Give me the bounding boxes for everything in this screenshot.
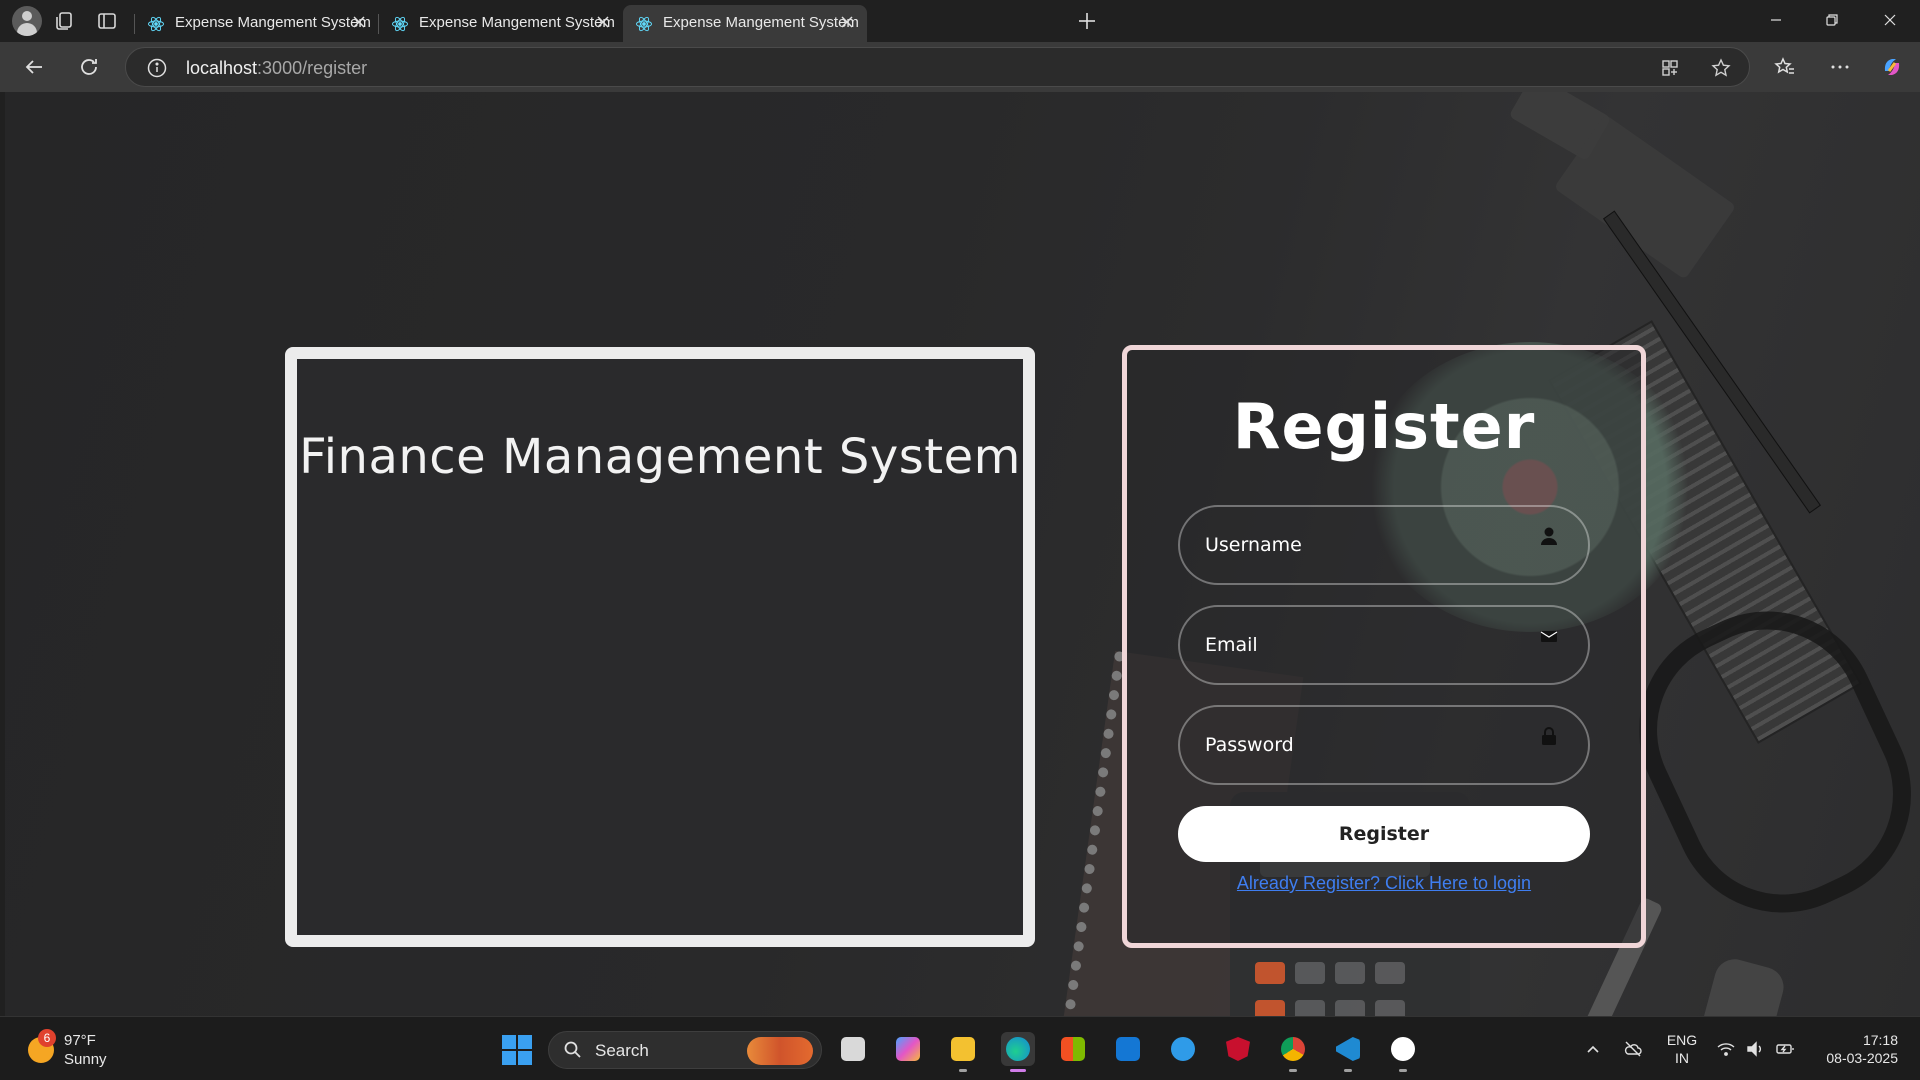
search-label: Search (595, 1041, 649, 1060)
search-highlight-art (747, 1037, 813, 1065)
system-clock[interactable]: 17:18 08-03-2025 (1814, 1031, 1898, 1067)
back-arrow-icon[interactable] (22, 55, 46, 79)
register-heading: Register (1232, 390, 1536, 463)
url-path: :3000/register (257, 58, 368, 78)
wifi-icon[interactable] (1716, 1039, 1736, 1059)
password-field[interactable]: Password (1178, 705, 1590, 785)
clock-time: 17:18 (1862, 1032, 1898, 1048)
microsoft-store-icon[interactable] (1056, 1032, 1090, 1066)
browser-tab-2[interactable]: Expense Mangement System (379, 5, 623, 42)
volume-icon[interactable] (1745, 1039, 1765, 1059)
tab-title: Expense Mangement System (419, 14, 615, 31)
windows-start-icon[interactable] (502, 1035, 532, 1065)
background-glasses (1602, 575, 1920, 949)
chevron-up-icon[interactable] (1583, 1039, 1603, 1059)
tab-title: Expense Mangement System (175, 14, 371, 31)
browser-tab-3[interactable]: Expense Mangement System (623, 5, 867, 42)
mongodb-compass-icon[interactable] (1386, 1032, 1420, 1072)
restore-icon[interactable] (1822, 10, 1842, 30)
username-placeholder: Username (1205, 534, 1302, 556)
email-field[interactable]: Email (1178, 605, 1590, 685)
edge-browser-icon[interactable] (1001, 1032, 1035, 1072)
copilot-icon[interactable] (1880, 55, 1904, 79)
close-window-icon[interactable] (1880, 10, 1900, 30)
close-tab-icon[interactable] (595, 14, 611, 30)
app-available-icon[interactable] (1659, 57, 1681, 79)
url-host: localhost (186, 58, 258, 78)
react-icon (148, 16, 164, 32)
site-info-icon[interactable] (146, 57, 168, 79)
close-tab-icon[interactable] (351, 14, 367, 30)
chrome-icon[interactable] (1276, 1032, 1310, 1072)
taskbar-search[interactable]: Search (548, 1031, 822, 1069)
lock-icon (1542, 727, 1556, 745)
vertical-tabs-icon[interactable] (95, 9, 119, 33)
browser-toolbar: localhost:3000/register (0, 42, 1920, 92)
user-icon (1541, 527, 1557, 545)
help-icon[interactable] (1166, 1032, 1200, 1066)
favorite-star-icon[interactable] (1710, 57, 1732, 79)
address-bar[interactable]: localhost:3000/register (125, 47, 1750, 87)
language-code: ENG (1666, 1032, 1698, 1048)
windows-taskbar: 6 97°F Sunny Search ENG IN 17:18 08-03-2… (0, 1016, 1920, 1080)
vscode-icon[interactable] (1331, 1032, 1365, 1072)
copilot-app-icon[interactable] (891, 1032, 925, 1066)
profile-avatar-icon[interactable] (12, 6, 42, 36)
close-tab-icon[interactable] (839, 14, 855, 30)
task-view-icon[interactable] (836, 1032, 870, 1066)
login-link[interactable]: Already Register? Click Here to login (1127, 873, 1641, 894)
email-placeholder: Email (1205, 634, 1258, 656)
refresh-icon[interactable] (77, 55, 101, 79)
react-icon (636, 16, 652, 32)
app-title: Finance Management System (299, 429, 1021, 485)
register-form: Register Username Email Password Registe… (1122, 345, 1646, 948)
mcafee-icon[interactable] (1221, 1032, 1255, 1066)
weather-temperature: 97°F (64, 1032, 96, 1049)
tab-title: Expense Mangement System (663, 14, 859, 31)
workspaces-icon[interactable] (52, 9, 76, 33)
new-tab-icon[interactable] (1075, 9, 1099, 33)
weather-condition: Sunny (64, 1051, 107, 1068)
weather-widget[interactable]: 6 97°F Sunny (24, 1029, 164, 1069)
address-url: localhost:3000/register (186, 58, 367, 79)
region-code: IN (1675, 1050, 1689, 1066)
favorites-list-icon[interactable] (1773, 55, 1797, 79)
myhp-icon[interactable] (1111, 1032, 1145, 1066)
onedrive-offline-icon[interactable] (1623, 1039, 1643, 1059)
more-options-icon[interactable] (1828, 55, 1852, 79)
background-tape (1691, 954, 1789, 1016)
browser-tab-1[interactable]: Expense Mangement System (135, 5, 379, 42)
envelope-icon (1540, 631, 1558, 642)
react-icon (392, 16, 408, 32)
file-explorer-icon[interactable] (946, 1032, 980, 1072)
clock-date: 08-03-2025 (1826, 1050, 1898, 1066)
password-placeholder: Password (1205, 734, 1294, 756)
username-field[interactable]: Username (1178, 505, 1590, 585)
info-card: Finance Management System (285, 347, 1035, 947)
battery-charging-icon[interactable] (1775, 1039, 1795, 1059)
search-icon (564, 1041, 581, 1058)
language-indicator[interactable]: ENG IN (1664, 1031, 1700, 1067)
notification-badge: 6 (38, 1029, 56, 1047)
register-button[interactable]: Register (1178, 806, 1590, 862)
browser-tab-strip: Expense Mangement System Expense Mangeme… (0, 0, 1920, 42)
page-viewport: Finance Management System Register Usern… (5, 92, 1920, 1016)
minimize-icon[interactable] (1766, 10, 1786, 30)
